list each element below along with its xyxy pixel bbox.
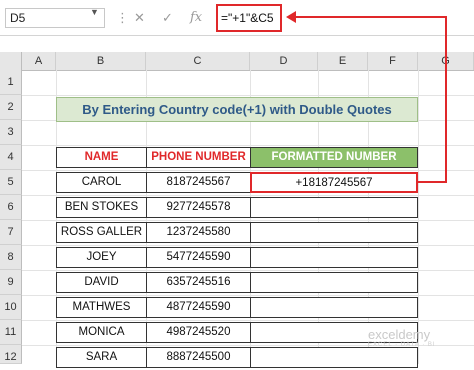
cell-name[interactable]: MONICA (56, 322, 147, 343)
select-all-corner[interactable] (0, 52, 22, 70)
cancel-icon[interactable]: ✕ (134, 8, 145, 28)
cell-phone[interactable]: 8187245567 (146, 172, 251, 193)
row-header[interactable]: 8 (0, 245, 22, 270)
gridline (22, 170, 474, 171)
sheet-title[interactable]: By Entering Country code(+1) with Double… (56, 97, 418, 122)
insert-function-icon[interactable]: fx (190, 8, 202, 28)
gridline (418, 70, 419, 364)
cell-formatted[interactable] (250, 347, 418, 368)
cell-formatted-selected[interactable]: +18187245567 (250, 172, 418, 193)
cell-name[interactable]: DAVID (56, 272, 147, 293)
cell-name[interactable]: MATHWES (56, 297, 147, 318)
callout-line (296, 16, 447, 18)
header-phone-number[interactable]: PHONE NUMBER (146, 147, 251, 168)
formula-bar-icons: ⋮ ✕ ✓ fx (116, 8, 212, 28)
cell-formatted[interactable] (250, 222, 418, 243)
cell-name[interactable]: SARA (56, 347, 147, 368)
column-headers: A B C D E F G (0, 52, 474, 71)
row-header[interactable]: 1 (0, 70, 22, 95)
cell-name[interactable]: CAROL (56, 172, 147, 193)
callout-arrowhead-icon (286, 11, 296, 23)
column-header[interactable]: D (250, 52, 318, 70)
formula-input[interactable]: ="+1"&C5 (216, 4, 282, 32)
cell-name[interactable]: JOEY (56, 247, 147, 268)
callout-line (445, 16, 447, 183)
cell-formatted[interactable] (250, 247, 418, 268)
row-header[interactable]: 12 (0, 345, 22, 364)
spreadsheet-grid: A B C D E F G 1 2 3 4 5 6 7 8 9 10 11 12… (0, 52, 474, 368)
cell-phone[interactable]: 4987245520 (146, 322, 251, 343)
cell-phone[interactable]: 1237245580 (146, 222, 251, 243)
watermark-brand: exceldemy (368, 327, 431, 342)
row-header[interactable]: 11 (0, 320, 22, 345)
cell-phone[interactable]: 4877245590 (146, 297, 251, 318)
cell-name[interactable]: ROSS GALLER (56, 222, 147, 243)
cell-phone[interactable]: 6357245516 (146, 272, 251, 293)
header-name[interactable]: NAME (56, 147, 147, 168)
more-options-icon[interactable]: ⋮ (116, 8, 129, 28)
cell-phone[interactable]: 5477245590 (146, 247, 251, 268)
row-header[interactable]: 6 (0, 195, 22, 220)
gridline (22, 145, 474, 146)
gridline (22, 95, 474, 96)
gridline (22, 245, 474, 246)
row-header[interactable]: 4 (0, 145, 22, 170)
row-header[interactable]: 10 (0, 295, 22, 320)
formula-bar: D5 ▼ ⋮ ✕ ✓ fx ="+1"&C5 (0, 0, 474, 36)
column-header[interactable]: B (56, 52, 146, 70)
row-header[interactable]: 9 (0, 270, 22, 295)
row-header[interactable]: 2 (0, 95, 22, 120)
column-header[interactable]: F (368, 52, 418, 70)
column-header[interactable]: A (22, 52, 56, 70)
gridline (22, 195, 474, 196)
gridline (22, 295, 474, 296)
exceldemy-logo: exceldemy EXCEL · DATA · BI (368, 327, 436, 348)
watermark-tagline: EXCEL · DATA · BI (368, 342, 436, 348)
enter-icon[interactable]: ✓ (162, 8, 173, 28)
cell-phone[interactable]: 9277245578 (146, 197, 251, 218)
gridline (22, 220, 474, 221)
gridline (22, 270, 474, 271)
row-header[interactable]: 5 (0, 170, 22, 195)
header-formatted-number[interactable]: FORMATTED NUMBER (250, 147, 418, 168)
column-header[interactable]: C (146, 52, 250, 70)
column-header[interactable]: E (318, 52, 368, 70)
cell-formatted[interactable] (250, 297, 418, 318)
cell-formatted[interactable] (250, 197, 418, 218)
cell-phone[interactable]: 8887245500 (146, 347, 251, 368)
chevron-down-icon[interactable]: ▼ (90, 7, 99, 17)
row-header[interactable]: 3 (0, 120, 22, 145)
row-header[interactable]: 7 (0, 220, 22, 245)
callout-line (418, 181, 446, 183)
cell-formatted[interactable] (250, 272, 418, 293)
gridline (22, 320, 474, 321)
cell-name[interactable]: BEN STOKES (56, 197, 147, 218)
